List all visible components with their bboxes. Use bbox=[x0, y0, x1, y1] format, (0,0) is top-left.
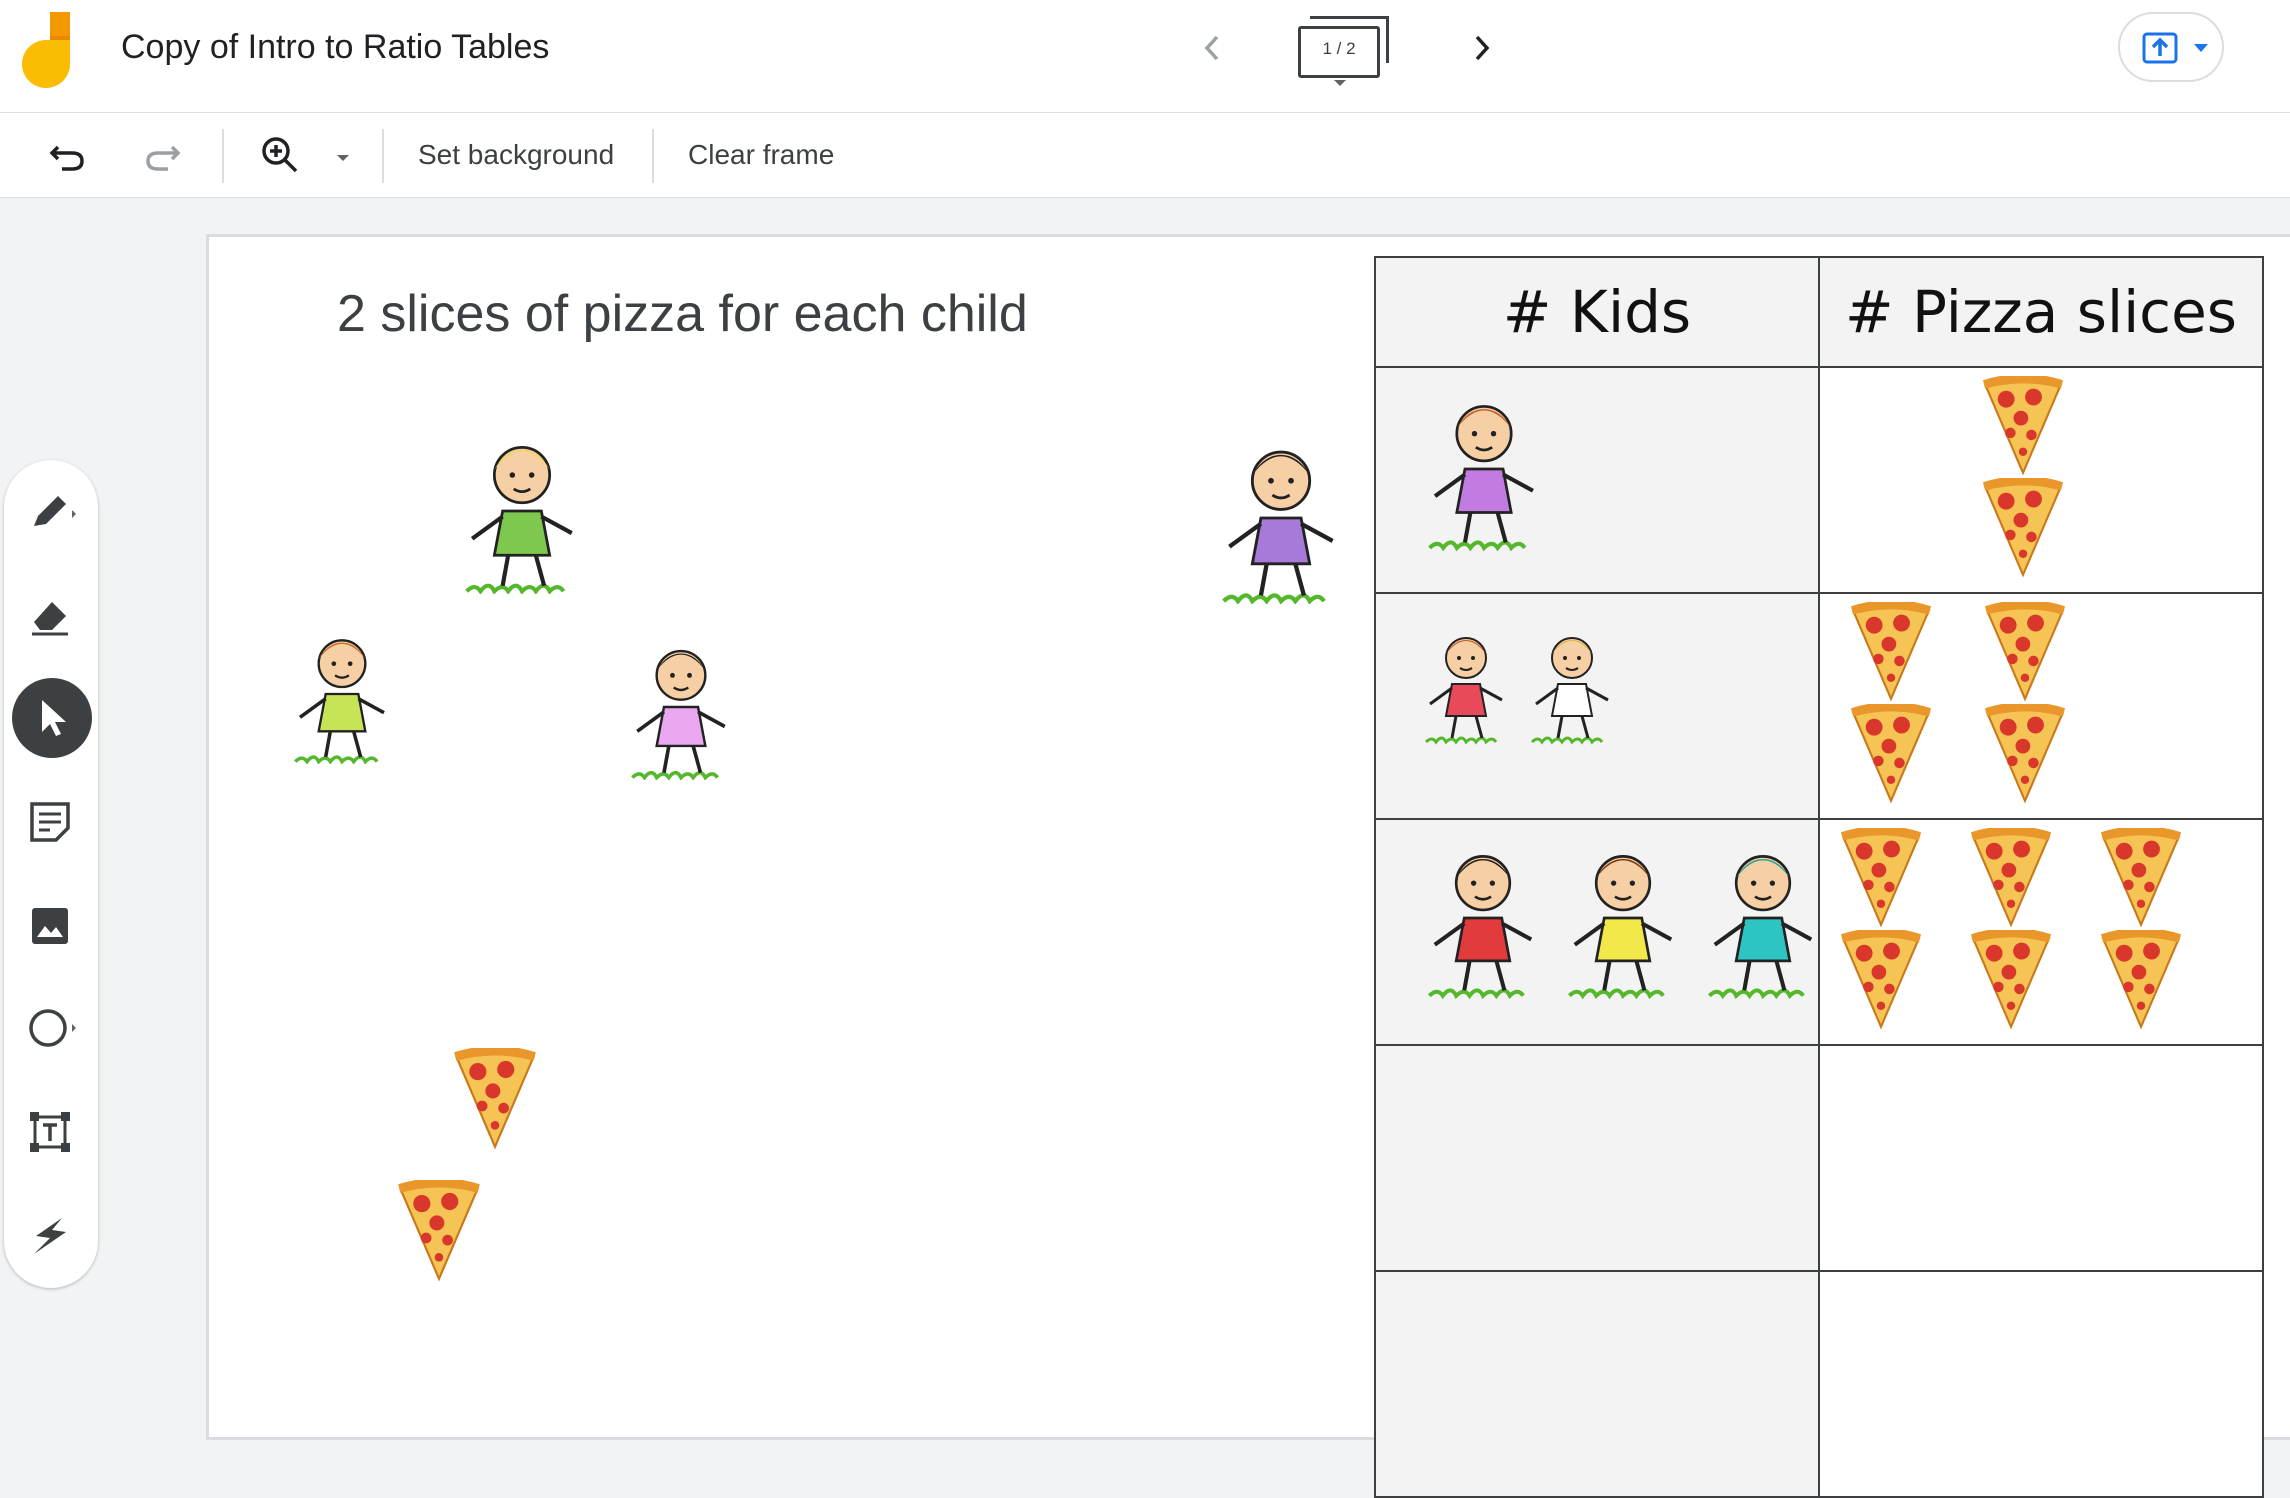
pizza-slice-sticker[interactable] bbox=[1848, 602, 1934, 702]
set-background-button[interactable]: Set background bbox=[418, 139, 614, 171]
laser-icon bbox=[34, 1218, 66, 1254]
pizza-slice-sticker[interactable] bbox=[1838, 828, 1924, 928]
kids-cell[interactable] bbox=[1374, 1044, 1820, 1272]
image-icon bbox=[32, 908, 68, 944]
eraser-icon bbox=[32, 602, 68, 636]
text-box-icon bbox=[30, 1112, 70, 1152]
image-tool-button[interactable] bbox=[4, 886, 98, 966]
pizza-cell[interactable] bbox=[1818, 366, 2264, 594]
frame-indicator-button[interactable]: 1 / 2 bbox=[1298, 14, 1392, 86]
kid-sticker[interactable] bbox=[1556, 834, 1690, 1002]
pen-icon bbox=[34, 496, 76, 526]
sticky-note-icon bbox=[30, 802, 70, 842]
ratio-table[interactable]: # Kids # Pizza slices bbox=[1374, 256, 2264, 1498]
shape-tool-button[interactable] bbox=[4, 988, 98, 1068]
circle-icon bbox=[29, 1009, 76, 1047]
pizza-slice-sticker[interactable] bbox=[396, 1180, 482, 1282]
pizza-slice-sticker[interactable] bbox=[1980, 376, 2066, 476]
eraser-tool-button[interactable] bbox=[4, 576, 98, 656]
zoom-dropdown-caret-icon[interactable] bbox=[326, 133, 360, 177]
kid-sticker[interactable] bbox=[1206, 432, 1356, 604]
kids-cell[interactable] bbox=[1374, 592, 1820, 820]
text-box-tool-button[interactable] bbox=[4, 1092, 98, 1172]
share-button[interactable] bbox=[2118, 12, 2224, 82]
kid-sticker[interactable] bbox=[1696, 834, 1830, 1002]
kid-sticker[interactable] bbox=[452, 428, 592, 594]
top-bar: Copy of Intro to Ratio Tables 1 / 2 bbox=[0, 0, 2290, 113]
select-icon bbox=[42, 700, 66, 736]
pizza-slice-sticker[interactable] bbox=[1980, 478, 2066, 578]
kid-sticker[interactable] bbox=[1522, 608, 1622, 760]
redo-icon[interactable] bbox=[140, 133, 184, 177]
select-tool-button[interactable] bbox=[12, 678, 92, 758]
clear-frame-button[interactable]: Clear frame bbox=[688, 139, 834, 171]
pizza-cell[interactable] bbox=[1818, 1270, 2264, 1498]
pizza-slice-sticker[interactable] bbox=[452, 1048, 538, 1150]
kid-sticker[interactable] bbox=[1416, 834, 1550, 1002]
frame-indicator-label: 1 / 2 bbox=[1322, 39, 1356, 58]
document-title[interactable]: Copy of Intro to Ratio Tables bbox=[121, 28, 549, 67]
kid-sticker[interactable] bbox=[1416, 608, 1516, 760]
slide-title-text[interactable]: 2 slices of pizza for each child bbox=[337, 284, 1028, 344]
kid-sticker[interactable] bbox=[1416, 382, 1552, 556]
pen-tool-button[interactable] bbox=[4, 472, 98, 552]
pizza-slice-sticker[interactable] bbox=[2098, 930, 2184, 1030]
toolbar-divider bbox=[652, 129, 654, 183]
jamboard-logo-icon[interactable] bbox=[22, 12, 82, 90]
pizza-slice-sticker[interactable] bbox=[1968, 828, 2054, 928]
kids-cell[interactable] bbox=[1374, 1270, 1820, 1498]
previous-frame-button[interactable] bbox=[1195, 27, 1231, 69]
pizza-column-header: # Pizza slices bbox=[1818, 256, 2264, 368]
pizza-cell[interactable] bbox=[1818, 592, 2264, 820]
pizza-slice-sticker[interactable] bbox=[1848, 704, 1934, 804]
undo-icon[interactable] bbox=[46, 133, 90, 177]
kids-cell[interactable] bbox=[1374, 366, 1820, 594]
upload-icon bbox=[2142, 32, 2178, 64]
kid-sticker[interactable] bbox=[618, 634, 744, 780]
pizza-slice-sticker[interactable] bbox=[1968, 930, 2054, 1030]
toolbar-divider bbox=[382, 129, 384, 183]
next-frame-button[interactable] bbox=[1463, 27, 1499, 69]
pizza-cell[interactable] bbox=[1818, 818, 2264, 1046]
kids-column-header: # Kids bbox=[1374, 256, 1820, 368]
laser-tool-button[interactable] bbox=[4, 1196, 98, 1276]
kids-cell[interactable] bbox=[1374, 818, 1820, 1046]
pizza-slice-sticker[interactable] bbox=[1982, 704, 2068, 804]
frame-dropdown-caret-icon bbox=[1334, 80, 1346, 86]
toolbar-divider bbox=[222, 129, 224, 183]
share-dropdown-caret-icon bbox=[2194, 44, 2208, 52]
pizza-cell[interactable] bbox=[1818, 1044, 2264, 1272]
pizza-slice-sticker[interactable] bbox=[1838, 930, 1924, 1030]
editing-toolbar: Set background Clear frame bbox=[0, 113, 2290, 198]
tool-sidebar bbox=[4, 460, 98, 1288]
kid-sticker[interactable] bbox=[272, 624, 412, 764]
sticky-note-tool-button[interactable] bbox=[4, 782, 98, 862]
zoom-in-icon[interactable] bbox=[258, 133, 302, 177]
pizza-slice-sticker[interactable] bbox=[1982, 602, 2068, 702]
pizza-slice-sticker[interactable] bbox=[2098, 828, 2184, 928]
